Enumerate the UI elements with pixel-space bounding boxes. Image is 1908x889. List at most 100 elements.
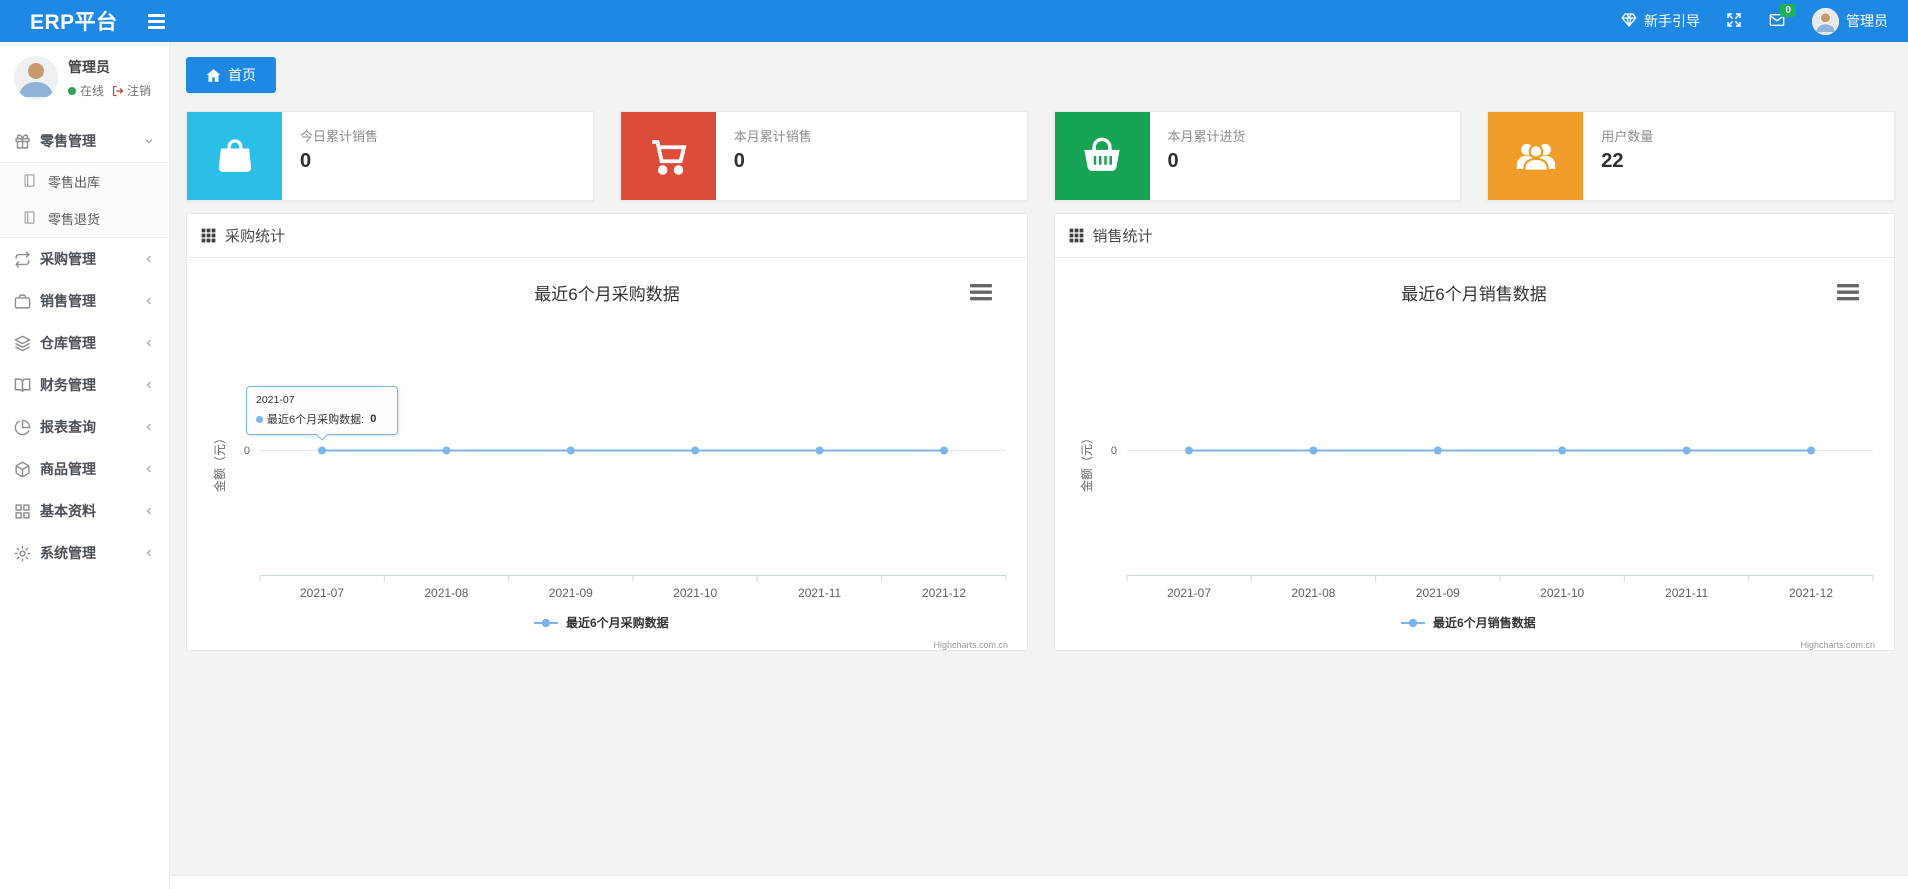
tab-home[interactable]: 首页 bbox=[186, 57, 276, 93]
fullscreen-button[interactable] bbox=[1726, 12, 1742, 31]
stat-card-value: 0 bbox=[1167, 150, 1179, 172]
highcharts-credit[interactable]: Highcharts.com.cn bbox=[933, 640, 1008, 650]
data-point[interactable] bbox=[442, 446, 451, 455]
stat-card-value: 22 bbox=[1601, 150, 1624, 172]
sidebar-item-product-mgmt[interactable]: 商品管理 bbox=[0, 448, 169, 490]
chart-context-menu-icon[interactable] bbox=[1837, 284, 1860, 301]
data-point[interactable] bbox=[1558, 446, 1567, 455]
x-axis-tick: 2021-08 bbox=[1292, 586, 1336, 600]
chevron-left-icon bbox=[143, 379, 155, 391]
sidebar-menu: 零售管理 零售出库 零售退货 采购管理 销售管理 仓库管理 财务管理 报表查询 … bbox=[0, 120, 169, 574]
sidebar-item-label: 基本资料 bbox=[40, 503, 96, 519]
sidebar-item-report-query[interactable]: 报表查询 bbox=[0, 406, 169, 448]
shopping-bag-icon bbox=[187, 112, 282, 200]
x-axis-tick: 2021-10 bbox=[1540, 586, 1584, 600]
panel-title: 采购统计 bbox=[225, 228, 286, 245]
chevron-left-icon bbox=[143, 253, 155, 265]
purchase-stats-panel: 采购统计 最近6个月采购数据 金额（元） 0 2021-07 2021-08 2… bbox=[186, 213, 1028, 651]
data-point[interactable] bbox=[317, 446, 326, 455]
y-axis-label: 金额（元） bbox=[212, 432, 227, 492]
data-point[interactable] bbox=[1434, 446, 1443, 455]
svg-text:最近6个月采购数据: 最近6个月采购数据 bbox=[566, 615, 669, 630]
sidebar-item-label: 采购管理 bbox=[40, 251, 96, 267]
shopping-basket-icon bbox=[1054, 112, 1150, 200]
tooltip-series-label: 最近6个月采购数据: bbox=[267, 414, 365, 426]
x-axis-tick: 2021-09 bbox=[549, 586, 593, 600]
sidebar-item-system-mgmt[interactable]: 系统管理 bbox=[0, 532, 169, 574]
book-open-icon bbox=[14, 377, 31, 394]
data-point[interactable] bbox=[1309, 446, 1318, 455]
journal-icon bbox=[22, 210, 39, 227]
stat-card-user-count[interactable]: 用户数量 22 bbox=[1487, 111, 1895, 201]
menu-toggle-icon[interactable] bbox=[147, 13, 165, 29]
stat-card-title: 本月累计进货 bbox=[1167, 129, 1246, 144]
highcharts-credit[interactable]: Highcharts.com.cn bbox=[1801, 640, 1876, 650]
x-axis-tick: 2021-10 bbox=[673, 586, 717, 600]
online-status-icon bbox=[68, 86, 76, 95]
sidebar-item-purchase-mgmt[interactable]: 采购管理 bbox=[0, 238, 169, 280]
stat-card-month-sales[interactable]: 本月累计销售 0 bbox=[619, 111, 1028, 201]
sidebar-item-retail-returns[interactable]: 零售退货 bbox=[0, 200, 169, 237]
layers-icon bbox=[14, 335, 31, 352]
sidebar-item-warehouse-mgmt[interactable]: 仓库管理 bbox=[0, 322, 169, 364]
y-axis-label: 金额（元） bbox=[1079, 432, 1094, 492]
guide-label: 新手引导 bbox=[1644, 13, 1700, 29]
messages-button[interactable]: 0 bbox=[1768, 3, 1796, 31]
stat-card-month-purchases[interactable]: 本月累计进货 0 bbox=[1053, 111, 1462, 201]
sidebar-item-basic-data[interactable]: 基本资料 bbox=[0, 490, 169, 532]
x-axis-tick: 2021-07 bbox=[300, 586, 344, 600]
briefcase-icon bbox=[14, 293, 31, 310]
x-axis-tick: 2021-07 bbox=[1167, 586, 1211, 600]
chevron-left-icon bbox=[143, 337, 155, 349]
stat-card-value: 0 bbox=[300, 150, 312, 172]
sidebar-item-sales-mgmt[interactable]: 销售管理 bbox=[0, 280, 169, 322]
sidebar-item-label: 零售退货 bbox=[48, 212, 101, 227]
sidebar-item-label: 商品管理 bbox=[40, 461, 96, 477]
stat-card-value: 0 bbox=[733, 150, 745, 172]
x-axis-tick: 2021-12 bbox=[922, 586, 966, 600]
user-menu[interactable]: 管理员 bbox=[1812, 7, 1888, 35]
sidebar-username: 管理员 bbox=[68, 59, 110, 75]
sidebar-item-retail-mgmt[interactable]: 零售管理 bbox=[0, 120, 169, 162]
avatar[interactable] bbox=[14, 56, 58, 100]
data-point[interactable] bbox=[939, 446, 948, 455]
data-point[interactable] bbox=[566, 446, 575, 455]
chevron-down-icon bbox=[143, 135, 155, 147]
username-label: 管理员 bbox=[1846, 13, 1888, 29]
chart-context-menu-icon[interactable] bbox=[969, 284, 992, 301]
gift-icon bbox=[14, 133, 31, 150]
chart-tooltip: 2021-07 最近6个月采购数据: 0 bbox=[246, 386, 398, 441]
sales-stats-panel: 销售统计 最近6个月销售数据 金额（元） 0 2021-07 2021-08 2… bbox=[1053, 213, 1895, 651]
chart-legend[interactable]: 最近6个月销售数据 bbox=[1401, 615, 1536, 630]
footer-strip bbox=[170, 875, 1908, 889]
y-axis-tick: 0 bbox=[244, 445, 250, 457]
sidebar-item-retail-outbound[interactable]: 零售出库 bbox=[0, 163, 169, 200]
chart-legend[interactable]: 最近6个月采购数据 bbox=[533, 615, 669, 630]
chevron-left-icon bbox=[143, 505, 155, 517]
x-axis-tick: 2021-12 bbox=[1789, 586, 1833, 600]
th-grid-icon bbox=[1069, 228, 1083, 243]
home-icon bbox=[206, 68, 221, 82]
sidebar-item-finance-mgmt[interactable]: 财务管理 bbox=[0, 364, 169, 406]
tooltip-header: 2021-07 bbox=[256, 394, 295, 406]
brand-logo[interactable]: ERP平台 bbox=[0, 6, 118, 36]
x-axis-tick: 2021-09 bbox=[1416, 586, 1460, 600]
sidebar-item-label: 仓库管理 bbox=[40, 335, 96, 351]
gem-icon bbox=[1621, 12, 1637, 31]
data-point[interactable] bbox=[1682, 446, 1691, 455]
data-point[interactable] bbox=[815, 446, 824, 455]
data-point[interactable] bbox=[1185, 446, 1194, 455]
guide-button[interactable]: 新手引导 bbox=[1621, 11, 1700, 31]
data-point[interactable] bbox=[1807, 446, 1816, 455]
data-point[interactable] bbox=[690, 446, 699, 455]
retail-submenu: 零售出库 零售退货 bbox=[0, 162, 169, 238]
svg-text:最近6个月销售数据: 最近6个月销售数据 bbox=[1433, 615, 1536, 630]
y-axis-tick: 0 bbox=[1111, 445, 1117, 457]
sidebar-item-label: 零售出库 bbox=[48, 175, 101, 190]
logout-button[interactable]: 注销 bbox=[112, 82, 151, 99]
sidebar-user-panel: 管理员 在线 注销 bbox=[0, 42, 169, 112]
avatar bbox=[1812, 7, 1839, 35]
fullscreen-icon bbox=[1726, 12, 1742, 31]
chevron-left-icon bbox=[143, 547, 155, 559]
stat-card-today-sales[interactable]: 今日累计销售 0 bbox=[186, 111, 594, 201]
